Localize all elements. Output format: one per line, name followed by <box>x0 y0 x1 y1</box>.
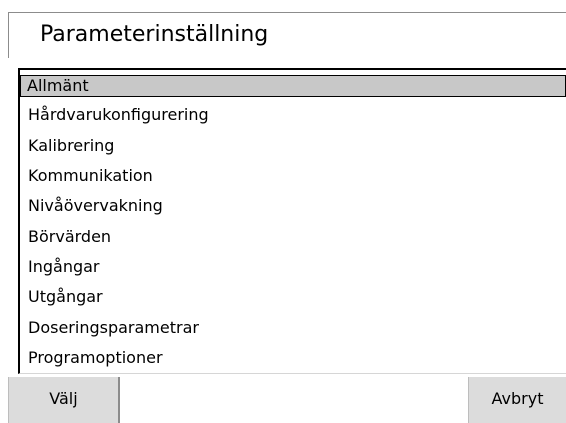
cancel-button[interactable]: Avbryt <box>468 377 566 423</box>
menu-item-utgangar[interactable]: Utgångar <box>22 284 566 310</box>
parameter-settings-screen: Parameterinställning Allmänt Hårdvarukon… <box>0 0 566 423</box>
menu-item-hardvarukonfigurering[interactable]: Hårdvarukonfigurering <box>22 102 566 128</box>
menu-item-kommunikation[interactable]: Kommunikation <box>22 163 566 189</box>
menu-item-doseringsparametrar[interactable]: Doseringsparametrar <box>22 315 566 341</box>
menu-item-ingangar[interactable]: Ingångar <box>22 254 566 280</box>
page-title: Parameterinställning <box>40 22 269 47</box>
menu-item-borvarden[interactable]: Börvärden <box>22 224 566 250</box>
menu-item-kalibrering[interactable]: Kalibrering <box>22 133 566 159</box>
menu-item-allmant[interactable]: Allmänt <box>20 75 566 97</box>
parameter-menu-list[interactable]: Allmänt Hårdvarukonfigurering Kalibrerin… <box>18 68 566 374</box>
select-button[interactable]: Välj <box>8 377 120 423</box>
menu-item-programoptioner[interactable]: Programoptioner <box>22 345 566 371</box>
title-bar: Parameterinställning <box>8 12 566 58</box>
softkey-bar: Välj Avbryt <box>8 377 566 423</box>
menu-item-nivaovervakning[interactable]: Nivåövervakning <box>22 193 566 219</box>
